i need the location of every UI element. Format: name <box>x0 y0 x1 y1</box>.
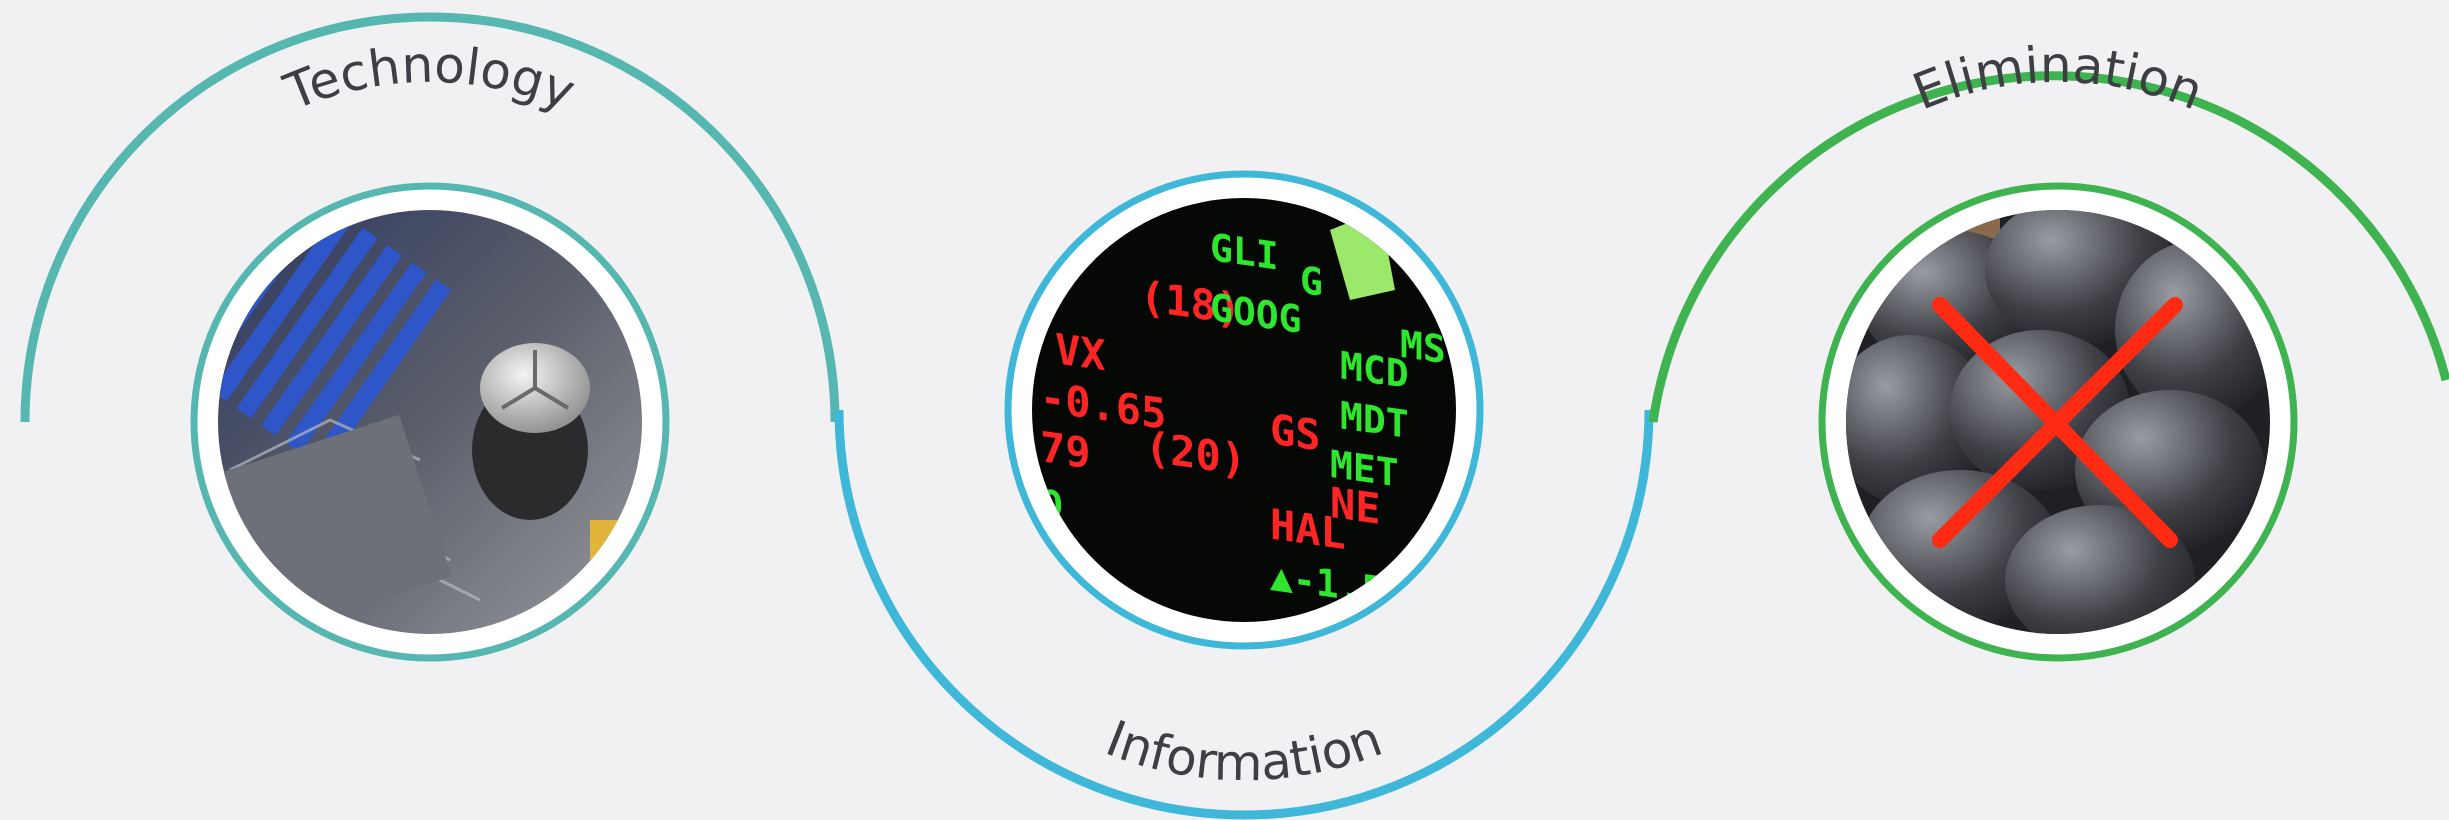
svg-text:VX: VX <box>1055 324 1106 380</box>
process-wave-diagram: Technology Information Elimination VX -0… <box>20 12 2449 820</box>
svg-text:MS: MS <box>1400 323 1446 373</box>
information-label: Information <box>1098 709 1389 792</box>
technology-label: Technology <box>276 36 583 122</box>
elimination-label: Elimination <box>1905 36 2210 121</box>
svg-text:GS: GS <box>1270 405 1321 461</box>
svg-text:G: G <box>1300 259 1323 306</box>
svg-text:79: 79 <box>1040 422 1091 478</box>
